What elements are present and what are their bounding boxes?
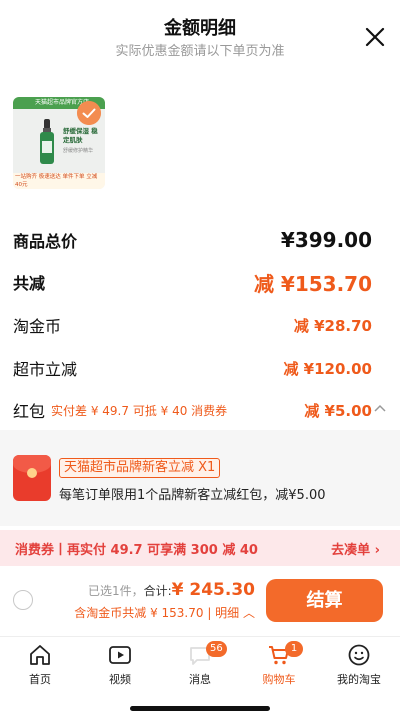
checkout-total: ¥ 245.30 [171,580,255,600]
tab-cart[interactable]: 1 购物车 [244,641,314,691]
coupon-bar[interactable]: 消费券丨再实付 49.7 可享满 300 减 40 去凑单 › [0,530,400,566]
messages-badge: 56 [206,641,227,657]
supermarket-discount-row: 超市立减 减 ¥120.00 [13,356,372,380]
tab-cart-label: 购物车 [262,673,296,686]
tab-video-label: 视频 [109,673,131,686]
tab-video[interactable]: 视频 [85,643,155,691]
tab-messages[interactable]: 56 消息 [165,641,235,691]
discount-detail-link[interactable]: 含淘金币共减 ¥ 153.70 | 明细 ︿ [74,604,255,621]
hongbao-label: 红包 [13,402,46,421]
profile-icon [348,644,370,666]
hongbao-value: 减 ¥5.00 [304,401,372,420]
tab-home[interactable]: 首页 [5,643,75,691]
taojinbi-value: 减 ¥28.70 [293,316,372,335]
thumb-headline: 舒缓保湿 稳定肌肤 [63,127,98,144]
thumb-caption: 舒缓修护精华 [63,148,94,154]
taojinbi-label: 淘金币 [13,317,62,336]
tab-messages-label: 消息 [189,673,211,686]
hongbao-row[interactable]: 红包 实付差 ¥ 49.7 可抵 ¥ 40 消费券 减 ¥5.00 [13,398,372,422]
taojinbi-row: 淘金币 减 ¥28.70 [13,313,372,337]
coupon-text: 消费券丨再实付 49.7 可享满 300 减 40 [15,542,258,558]
serum-bottle-image [40,119,54,164]
detail-header: 金额明细 实际优惠金额请以下单页为准 [0,0,400,72]
home-indicator [130,706,270,711]
hongbao-promo-panel [0,430,400,526]
supermarket-discount-label: 超市立减 [13,360,78,379]
discount-value: 减 ¥153.70 [253,271,372,296]
video-icon [109,646,131,664]
total-row: 商品总价 ¥399.00 [13,226,372,254]
go-add-items-link[interactable]: 去凑单 › [331,539,380,558]
discount-label: 共减 [13,274,46,293]
tab-profile[interactable]: 我的淘宝 [324,643,394,691]
total-value: ¥399.00 [280,228,372,252]
tab-profile-label: 我的淘宝 [337,673,381,686]
chevron-up-icon[interactable] [374,404,386,412]
close-icon[interactable] [364,26,386,48]
settle-button[interactable]: 结算 [266,579,383,622]
page-subtitle: 实际优惠金额请以下单页为准 [115,44,285,59]
discount-row: 共减 减 ¥153.70 [13,268,372,296]
thumb-footer: 一站购齐 极速送达 单件下单 立减40元 [13,173,105,189]
page-title: 金额明细 [164,18,236,39]
tab-home-label: 首页 [29,673,51,686]
product-thumbnail[interactable]: 天猫超市品牌官方店 舒缓保湿 稳定肌肤 舒缓修护精华 一站购齐 极速送达 单件下… [13,97,105,189]
total-label: 商品总价 [13,232,78,251]
selected-count: 已选1件， [87,584,144,598]
red-packet-icon [13,455,51,501]
check-icon [77,101,101,125]
total-prefix: 合计: [143,584,172,598]
cart-badge: 1 [285,641,303,657]
select-all-radio[interactable] [13,590,33,610]
new-customer-tag: 天猫超市品牌新客立减 X1 [59,458,221,478]
supermarket-discount-value: 减 ¥120.00 [283,359,372,378]
home-icon [30,645,50,665]
hongbao-hint: 实付差 ¥ 49.7 可抵 ¥ 40 消费券 [51,403,228,418]
promo-description: 每笔订单限用1个品牌新客立减红包，减¥5.00 [59,488,326,503]
total-summary: 已选1件，合计:¥ 245.30 [88,580,255,600]
